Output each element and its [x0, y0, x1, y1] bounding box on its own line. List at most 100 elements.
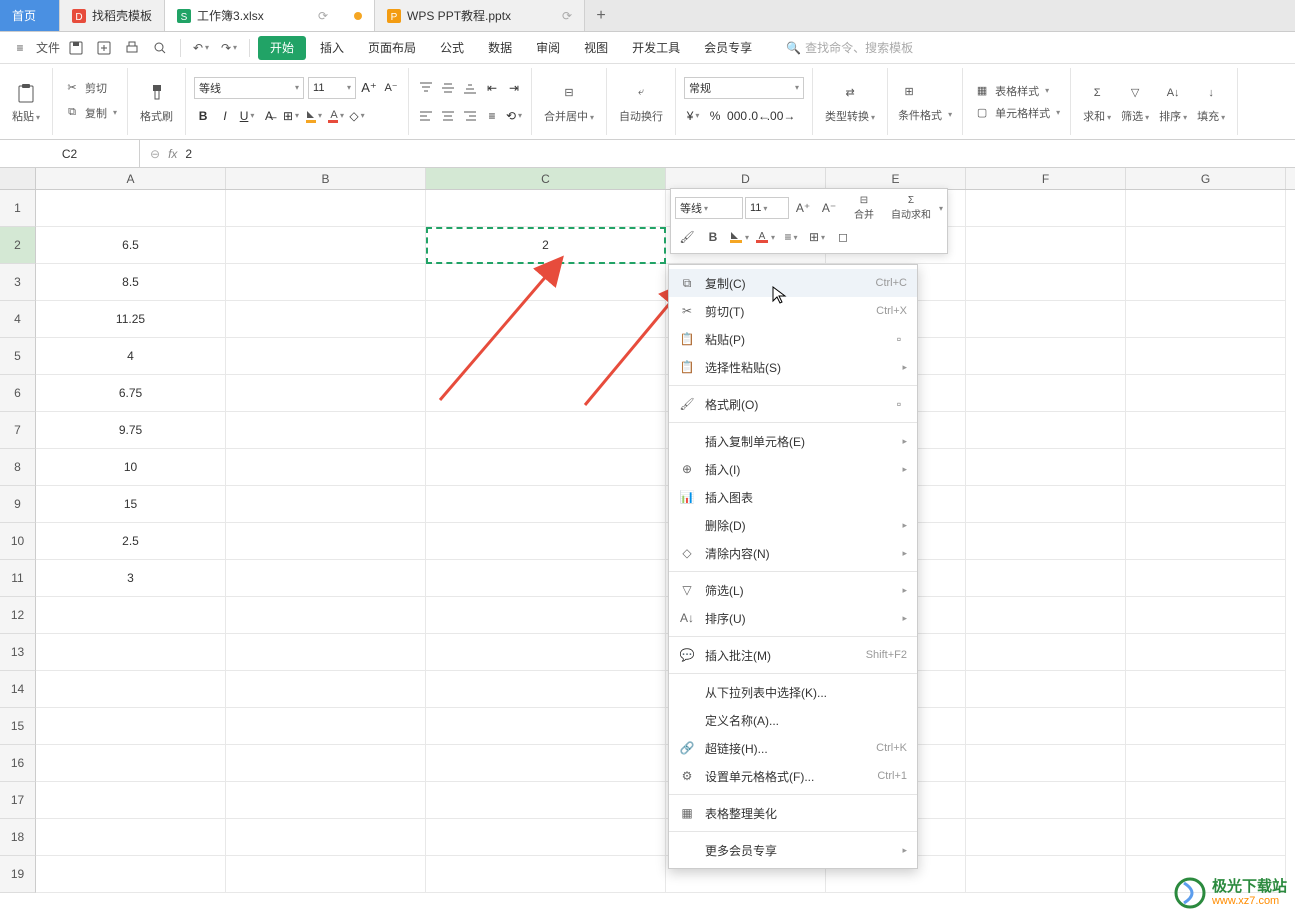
cell[interactable] — [966, 597, 1126, 634]
cell[interactable] — [1126, 597, 1286, 634]
cell[interactable] — [426, 338, 666, 375]
row-header[interactable]: 2 — [0, 227, 36, 264]
cell[interactable]: 10 — [36, 449, 226, 486]
bold-icon[interactable]: B — [194, 107, 212, 125]
context-menu-item[interactable]: ◇清除内容(N)▸ — [669, 539, 917, 567]
font-size-combo[interactable]: 11▾ — [308, 77, 356, 99]
cell[interactable] — [1126, 634, 1286, 671]
menu-tab-insert[interactable]: 插入 — [310, 32, 354, 64]
increase-font-icon[interactable]: A⁺ — [360, 79, 378, 97]
cell[interactable] — [1126, 227, 1286, 264]
menu-tab-data[interactable]: 数据 — [478, 32, 522, 64]
cell[interactable] — [966, 634, 1126, 671]
mini-format-painter-icon[interactable]: 🖌 — [675, 225, 699, 249]
sum-button[interactable]: Σ求和▾ — [1079, 78, 1115, 126]
menu-tab-layout[interactable]: 页面布局 — [358, 32, 426, 64]
cell[interactable] — [426, 264, 666, 301]
wrap-text-button[interactable]: ⤶ 自动换行 — [615, 78, 667, 126]
cell[interactable] — [226, 301, 426, 338]
cell[interactable] — [226, 449, 426, 486]
cell[interactable] — [226, 412, 426, 449]
mini-merge-button[interactable]: ⊟合并 — [850, 193, 878, 223]
context-menu-item[interactable]: ✂剪切(T)Ctrl+X — [669, 297, 917, 325]
redo-icon[interactable]: ↷▾ — [217, 36, 241, 60]
menu-tab-review[interactable]: 审阅 — [526, 32, 570, 64]
cell[interactable] — [966, 708, 1126, 745]
cell[interactable] — [426, 412, 666, 449]
cell[interactable] — [966, 486, 1126, 523]
menu-tab-start[interactable]: 开始 — [258, 36, 306, 60]
cell[interactable] — [226, 708, 426, 745]
cell[interactable] — [226, 560, 426, 597]
filter-button[interactable]: ▽筛选▾ — [1117, 78, 1153, 126]
cell-style-button[interactable]: ▢单元格样式▾ — [971, 104, 1062, 122]
save-as-icon[interactable] — [92, 36, 116, 60]
cond-format-button[interactable]: ⊞ — [896, 81, 954, 103]
cell[interactable] — [36, 597, 226, 634]
cell[interactable] — [36, 782, 226, 819]
cell[interactable] — [226, 782, 426, 819]
save-icon[interactable] — [64, 36, 88, 60]
decrease-decimal-icon[interactable]: .00→ — [772, 107, 790, 125]
cell[interactable] — [36, 745, 226, 782]
cell[interactable] — [36, 671, 226, 708]
menu-tab-vip[interactable]: 会员专享 — [694, 32, 762, 64]
column-header[interactable]: D — [666, 168, 826, 189]
cell[interactable] — [1126, 745, 1286, 782]
merge-center-button[interactable]: ⊟ 合并居中▾ — [540, 78, 598, 126]
mini-bold-icon[interactable]: B — [701, 225, 725, 249]
cell[interactable] — [966, 301, 1126, 338]
cell[interactable] — [966, 745, 1126, 782]
cell[interactable] — [1126, 375, 1286, 412]
cell[interactable] — [1126, 301, 1286, 338]
cell[interactable]: 3 — [36, 560, 226, 597]
cell[interactable] — [226, 486, 426, 523]
context-menu-item[interactable]: 🖌格式刷(O)▫ — [669, 390, 917, 418]
mini-font-color-icon[interactable]: A▾ — [753, 225, 777, 249]
paste-button[interactable]: 粘贴▾ — [8, 78, 44, 126]
row-header[interactable]: 8 — [0, 449, 36, 486]
row-header[interactable]: 3 — [0, 264, 36, 301]
cell[interactable] — [966, 375, 1126, 412]
cell[interactable]: 11.25 — [36, 301, 226, 338]
cell[interactable] — [966, 190, 1126, 227]
mini-font-combo[interactable]: 等线▾ — [675, 197, 743, 219]
cell[interactable] — [226, 523, 426, 560]
cell[interactable] — [966, 856, 1126, 893]
cell[interactable] — [1126, 819, 1286, 856]
table-style-button[interactable]: ▦表格样式▾ — [971, 82, 1062, 100]
context-menu-item[interactable]: ⚙设置单元格格式(F)...Ctrl+1 — [669, 762, 917, 790]
cell[interactable] — [426, 782, 666, 819]
cell[interactable] — [1126, 708, 1286, 745]
cell[interactable]: 8.5 — [36, 264, 226, 301]
cell[interactable] — [426, 671, 666, 708]
print-preview-icon[interactable] — [148, 36, 172, 60]
cell[interactable] — [1126, 412, 1286, 449]
cond-format-label[interactable]: 条件格式▾ — [896, 107, 954, 123]
context-menu-item[interactable]: ⊕插入(I)▸ — [669, 455, 917, 483]
align-middle-icon[interactable] — [439, 79, 457, 97]
row-header[interactable]: 11 — [0, 560, 36, 597]
cell[interactable] — [426, 597, 666, 634]
context-menu-item[interactable]: ⧉复制(C)Ctrl+C — [669, 269, 917, 297]
fill-button[interactable]: ↓填充▾ — [1193, 78, 1229, 126]
cell[interactable]: 2.5 — [36, 523, 226, 560]
context-menu-item[interactable]: 📋选择性粘贴(S)▸ — [669, 353, 917, 381]
mini-fill-color-icon[interactable]: ▾ — [727, 225, 751, 249]
mini-align-icon[interactable]: ≡▾ — [779, 225, 803, 249]
mini-cell-lock-icon[interactable]: ◻ — [831, 225, 855, 249]
context-menu-item[interactable]: ▦表格整理美化 — [669, 799, 917, 827]
cell[interactable] — [226, 375, 426, 412]
format-painter-button[interactable]: 格式刷 — [136, 78, 177, 126]
cell[interactable] — [1126, 338, 1286, 375]
command-search[interactable]: 🔍 查找命令、搜索模板 — [786, 39, 913, 56]
strikethrough-icon[interactable]: A̶ — [260, 107, 278, 125]
menu-tab-formula[interactable]: 公式 — [430, 32, 474, 64]
row-header[interactable]: 16 — [0, 745, 36, 782]
cell[interactable] — [966, 782, 1126, 819]
increase-decimal-icon[interactable]: .0← — [750, 107, 768, 125]
cell[interactable] — [426, 190, 666, 227]
cell[interactable] — [36, 819, 226, 856]
cell[interactable] — [966, 523, 1126, 560]
print-icon[interactable] — [120, 36, 144, 60]
